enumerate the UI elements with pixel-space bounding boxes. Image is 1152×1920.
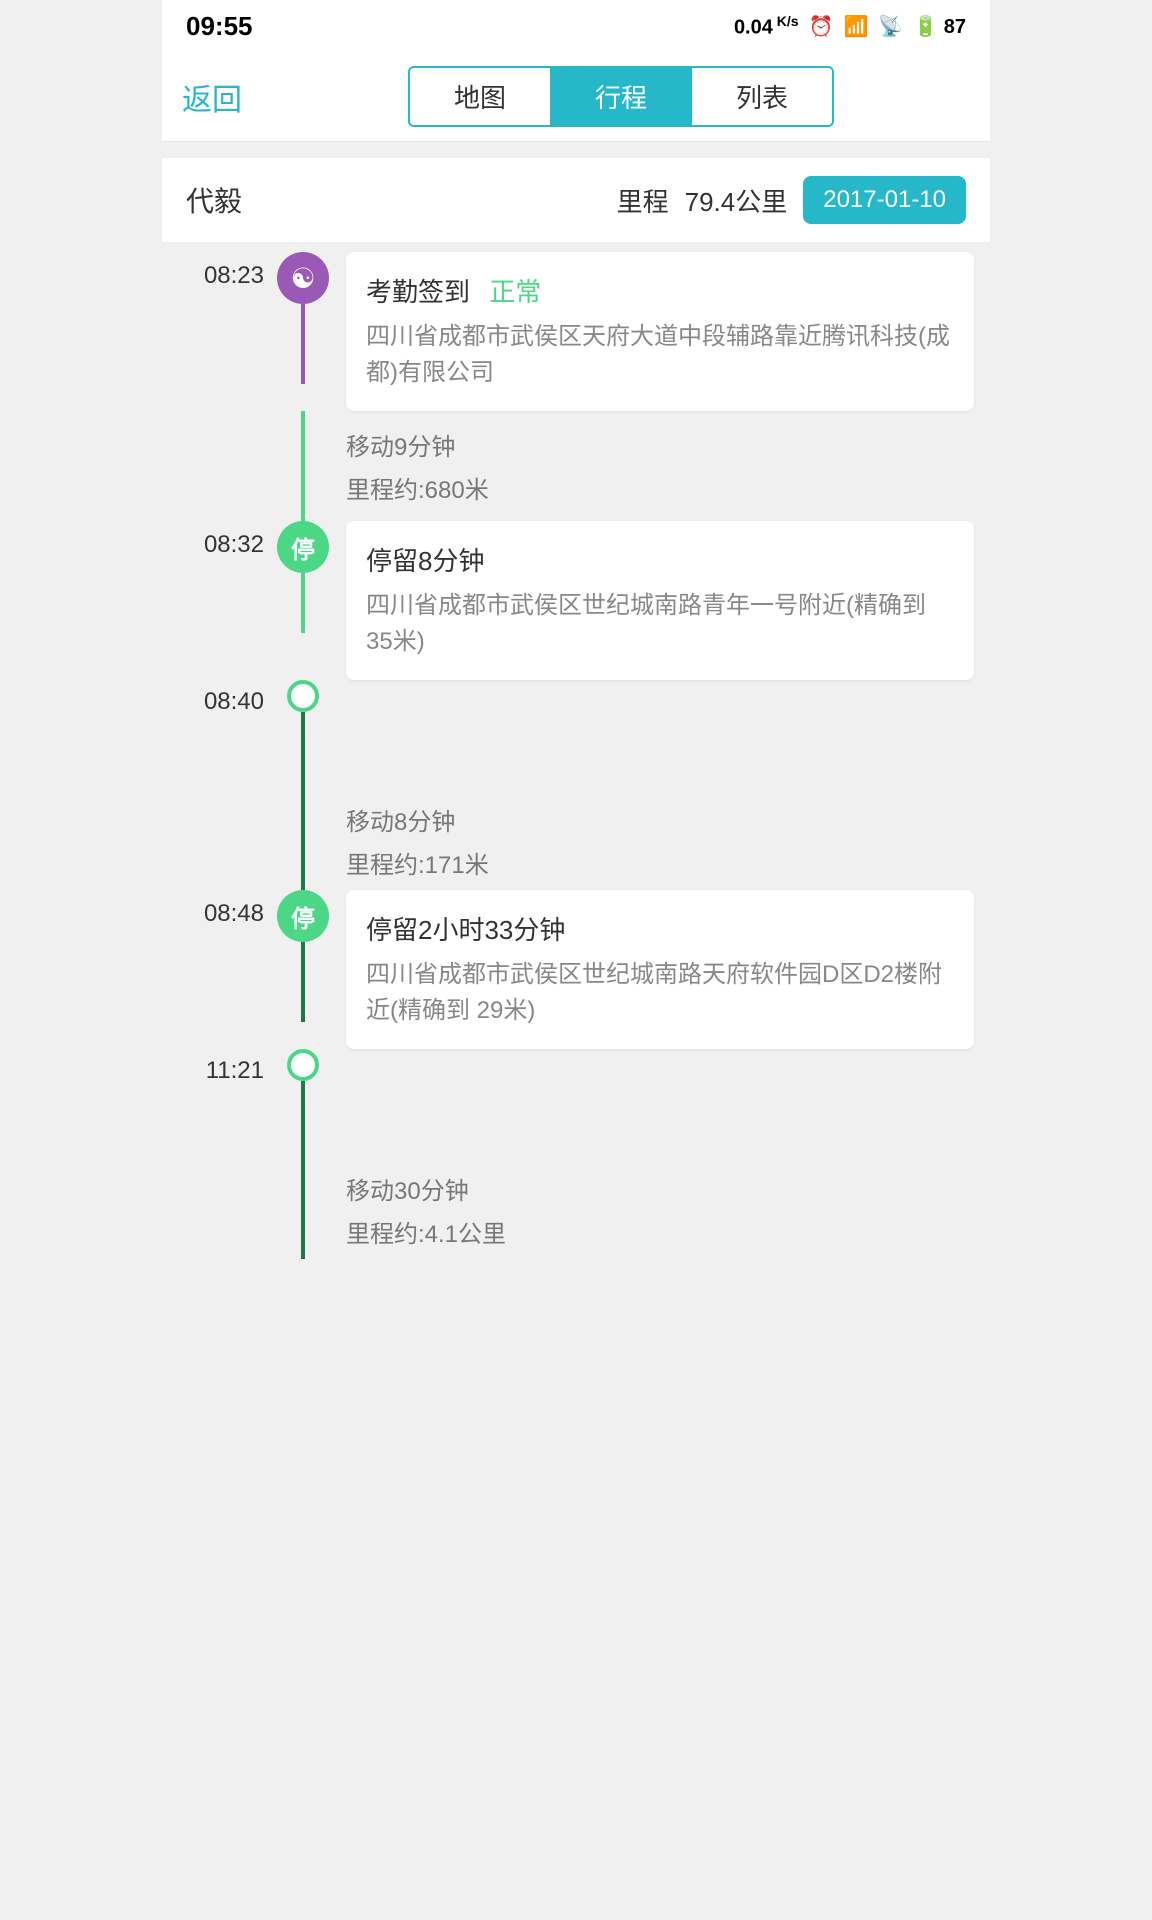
- tab-trip[interactable]: 行程: [551, 68, 692, 125]
- move-duration-1: 移动9分钟: [346, 427, 974, 462]
- date-badge: 2017-01-10: [803, 176, 966, 224]
- header-nav: 返回 地图 行程 列表: [162, 52, 990, 142]
- timeline-row-3: 08:32 停 停留8分钟 四川省成都市武侯区世纪城南路青年一号附近(精确到 3…: [178, 521, 974, 680]
- spine-col-1: ☯: [274, 252, 332, 384]
- content-col-3: 停留8分钟 四川省成都市武侯区世纪城南路青年一号附近(精确到 35米): [332, 521, 974, 680]
- wifi-icon: 📶: [843, 14, 868, 39]
- card-title-0848: 停留2小时33分钟: [366, 910, 954, 947]
- card-addr-0823: 四川省成都市武侯区天府大道中段辅路靠近腾讯科技(成都)有限公司: [366, 319, 954, 391]
- card-addr-0848: 四川省成都市武侯区世纪城南路天府软件园D区D2楼附近(精确到 29米): [366, 957, 954, 1029]
- timeline-row-5: 08:48 停 停留2小时33分钟 四川省成都市武侯区世纪城南路天府软件园D区D…: [178, 890, 974, 1049]
- time-spacer-1: [178, 411, 274, 521]
- spine-move-1: [274, 411, 332, 521]
- speed-display: 0.04 K/s: [734, 13, 799, 40]
- spine-line-darkgreen-2: [301, 792, 305, 890]
- signal-icon: 📡: [878, 14, 903, 39]
- timeline-row-6: 11:21: [178, 1049, 974, 1161]
- spine-line-darkgreen-5: [301, 1161, 305, 1259]
- alarm-icon: ⏰: [809, 14, 834, 39]
- tab-map[interactable]: 地图: [410, 68, 551, 125]
- spine-line-darkgreen-3: [301, 942, 305, 1022]
- back-button[interactable]: 返回: [182, 75, 242, 119]
- spine-line-green-1: [301, 411, 305, 521]
- card-0823: 考勤签到 正常 四川省成都市武侯区天府大道中段辅路靠近腾讯科技(成都)有限公司: [346, 252, 974, 411]
- spine-col-3: 停: [274, 521, 332, 633]
- spine-move-2: [274, 792, 332, 890]
- move-distance-2: 里程约:171米: [346, 845, 974, 880]
- move-row-2: 移动8分钟 里程约:171米: [178, 792, 974, 890]
- time-label-1121: 11:21: [206, 1057, 264, 1084]
- time-col-1: 08:23: [178, 252, 274, 290]
- move-distance-3: 里程约:4.1公里: [346, 1214, 974, 1249]
- timeline-row-4: 08:40: [178, 680, 974, 792]
- spine-line-purple: [301, 304, 305, 384]
- time-label-0823: 08:23: [204, 262, 264, 289]
- node-stop-2: 停: [277, 890, 329, 942]
- tab-list[interactable]: 列表: [692, 68, 832, 125]
- status-time: 09:55: [186, 11, 253, 42]
- card-0848: 停留2小时33分钟 四川省成都市武侯区世纪城南路天府软件园D区D2楼附近(精确到…: [346, 890, 974, 1049]
- move-row-1: 移动9分钟 里程约:680米: [178, 411, 974, 521]
- time-spacer-2: [178, 792, 274, 890]
- node-fingerprint: ☯: [277, 252, 329, 304]
- card-title-0832: 停留8分钟: [366, 541, 954, 578]
- battery-icon: 🔋 87: [913, 14, 966, 39]
- spine-move-3: [274, 1161, 332, 1259]
- status-bar: 09:55 0.04 K/s ⏰ 📶 📡 🔋 87: [162, 0, 990, 52]
- move-row-3: 移动30分钟 里程约:4.1公里: [178, 1161, 974, 1259]
- tab-group: 地图 行程 列表: [408, 66, 834, 127]
- move-duration-2: 移动8分钟: [346, 802, 974, 837]
- time-spacer-3: [178, 1161, 274, 1259]
- spine-line-darkgreen-4: [301, 1081, 305, 1161]
- content-col-5: 停留2小时33分钟 四川省成都市武侯区世纪城南路天府软件园D区D2楼附近(精确到…: [332, 890, 974, 1049]
- time-col-6: 11:21: [178, 1049, 274, 1085]
- mileage-label: 里程: [617, 182, 669, 219]
- spine-line-green-2: [301, 573, 305, 633]
- node-stop-1: 停: [277, 521, 329, 573]
- status-right: 0.04 K/s ⏰ 📶 📡 🔋 87: [734, 13, 966, 40]
- time-col-5: 08:48: [178, 890, 274, 928]
- content-col-1: 考勤签到 正常 四川省成都市武侯区天府大道中段辅路靠近腾讯科技(成都)有限公司: [332, 252, 974, 411]
- timeline-row-1: 08:23 ☯ 考勤签到 正常 四川省成都市武侯区天府大道中段辅路靠近腾讯科技(…: [178, 252, 974, 411]
- move-content-3: 移动30分钟 里程约:4.1公里: [332, 1161, 974, 1259]
- time-label-0832: 08:32: [204, 531, 264, 558]
- time-col-4: 08:40: [178, 680, 274, 716]
- mileage-value: 79.4公里: [685, 182, 788, 219]
- status-normal: 正常: [489, 277, 541, 307]
- node-circle-2: [287, 1049, 319, 1081]
- node-circle-1: [287, 680, 319, 712]
- spine-col-6: [274, 1049, 332, 1161]
- card-addr-0832: 四川省成都市武侯区世纪城南路青年一号附近(精确到 35米): [366, 588, 954, 660]
- card-title-0823: 考勤签到 正常: [366, 272, 954, 309]
- summary-row: 代毅 里程 79.4公里 2017-01-10: [162, 158, 990, 242]
- spine-col-4: [274, 680, 332, 792]
- spine-line-darkgreen-1: [301, 712, 305, 792]
- time-label-0840: 08:40: [204, 688, 264, 715]
- time-col-3: 08:32: [178, 521, 274, 559]
- move-duration-3: 移动30分钟: [346, 1171, 974, 1206]
- time-label-0848: 08:48: [204, 900, 264, 927]
- timeline: 08:23 ☯ 考勤签到 正常 四川省成都市武侯区天府大道中段辅路靠近腾讯科技(…: [162, 242, 990, 1279]
- move-distance-1: 里程约:680米: [346, 470, 974, 505]
- user-name: 代毅: [186, 180, 601, 220]
- spine-col-5: 停: [274, 890, 332, 1022]
- move-content-2: 移动8分钟 里程约:171米: [332, 792, 974, 890]
- move-content-1: 移动9分钟 里程约:680米: [332, 411, 974, 521]
- card-0832: 停留8分钟 四川省成都市武侯区世纪城南路青年一号附近(精确到 35米): [346, 521, 974, 680]
